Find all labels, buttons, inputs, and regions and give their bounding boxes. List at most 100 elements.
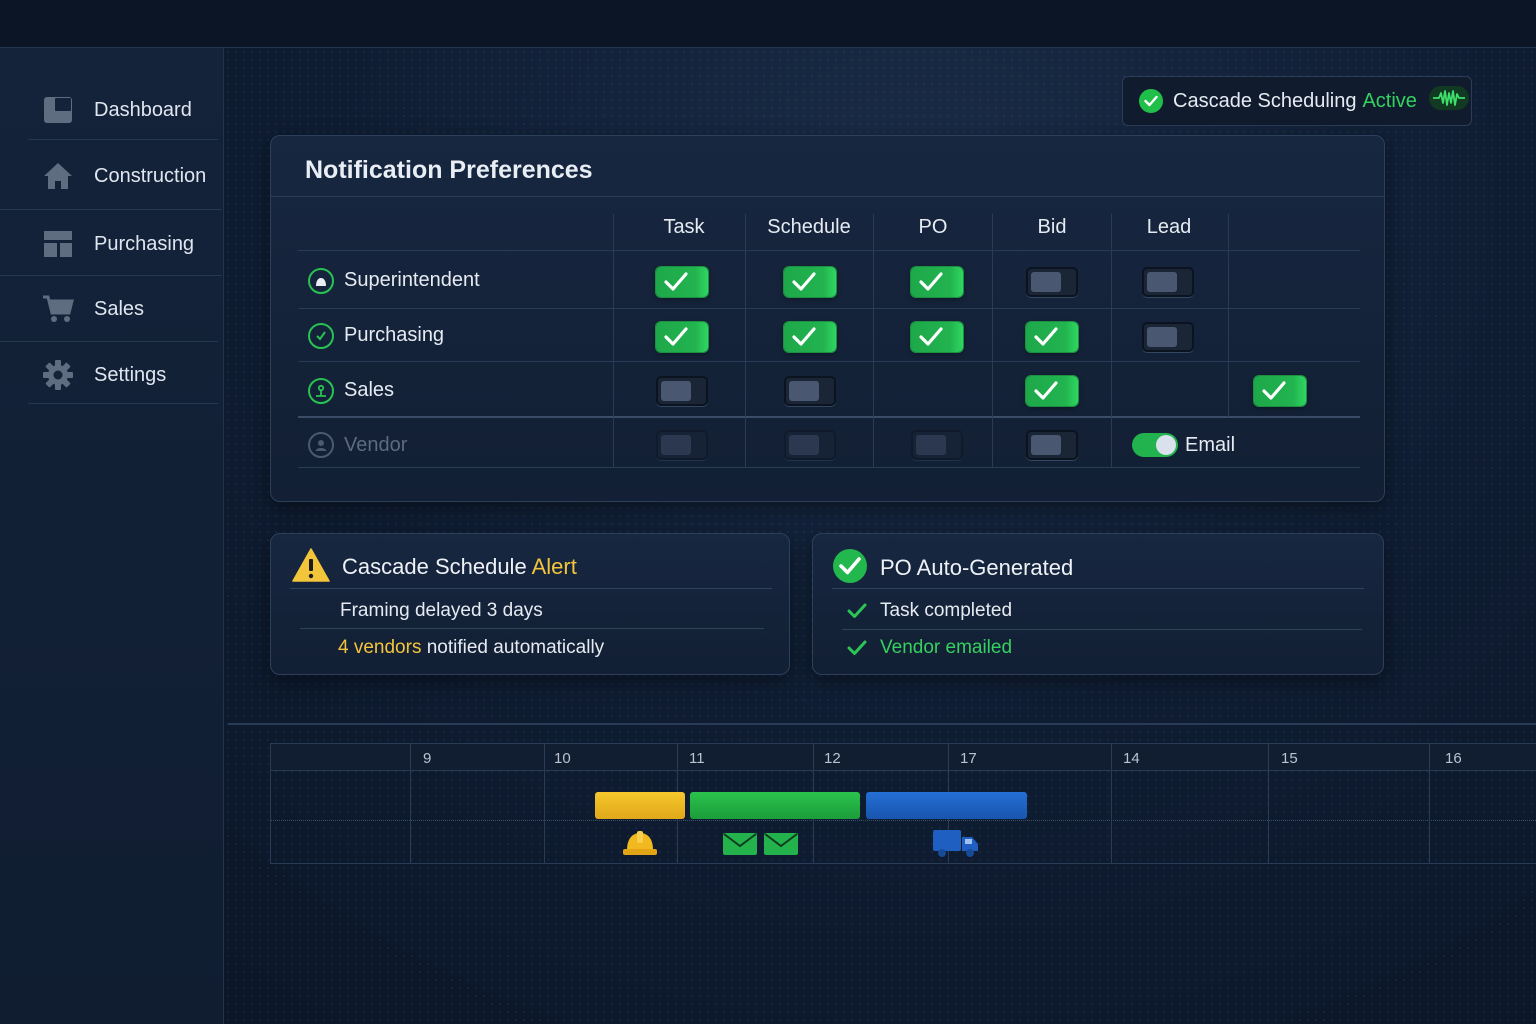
divider	[28, 403, 218, 404]
timeline-day: 9	[423, 750, 432, 767]
task-bar-delivery[interactable]	[866, 792, 1027, 819]
card-title: Notification Preferences	[305, 156, 593, 184]
row-label-superintendent: Superintendent	[344, 269, 480, 291]
toggle-vendor-bid[interactable]	[1026, 430, 1078, 460]
toggle-purchasing-lead[interactable]	[1142, 322, 1194, 352]
toggle-vendor-task[interactable]	[656, 430, 708, 460]
grid-line	[613, 214, 614, 467]
sidebar-item-purchasing[interactable]: Purchasing	[0, 226, 224, 262]
column-header-task: Task	[663, 216, 705, 238]
check-icon	[919, 327, 943, 346]
status-state: Active	[1362, 89, 1417, 112]
warning-icon	[292, 548, 330, 587]
grid-line	[992, 214, 993, 467]
grid-line	[298, 308, 1360, 309]
divider	[0, 275, 222, 276]
row-label-vendor: Vendor	[344, 434, 408, 456]
alert-line-1: Framing delayed 3 days	[340, 600, 543, 621]
toggle-superintendent-schedule[interactable]	[784, 267, 836, 297]
hard-hat-icon	[622, 828, 658, 863]
toggle-superintendent-bid[interactable]	[1026, 267, 1078, 297]
timeline-dotted-line	[270, 820, 1536, 821]
divider	[300, 628, 764, 629]
toggle-vendor-po[interactable]	[911, 430, 963, 460]
grid-line	[745, 214, 746, 467]
toggle-superintendent-po[interactable]	[911, 267, 963, 297]
timeline-day: 16	[1445, 750, 1462, 767]
divider	[0, 341, 218, 342]
task-bar-purchasing[interactable]	[690, 792, 860, 819]
sidebar: Dashboard Construction Purchasing Sales …	[0, 48, 224, 1024]
po-item-task-completed: Task completed	[880, 600, 1013, 621]
sidebar-item-label: Construction	[94, 164, 207, 187]
toggle-purchasing-schedule[interactable]	[784, 322, 836, 352]
sidebar-item-label: Settings	[94, 363, 167, 386]
grid-line	[1429, 743, 1430, 864]
grid-line	[270, 743, 271, 864]
check-circle-icon	[832, 548, 868, 589]
sidebar-item-dashboard[interactable]: Dashboard	[0, 92, 224, 128]
divider	[0, 209, 222, 210]
check-icon	[847, 603, 867, 624]
check-icon	[919, 272, 943, 291]
grid-line	[298, 416, 1360, 418]
timeline-day: 12	[824, 750, 841, 767]
user-icon	[308, 378, 334, 404]
grid-line	[1228, 214, 1229, 417]
toggle-vendor-schedule[interactable]	[784, 430, 836, 460]
grid-line	[298, 250, 1360, 251]
cascade-status-badge[interactable]: Cascade Scheduling Active	[1122, 76, 1472, 126]
check-icon	[1262, 381, 1286, 400]
toggle-sales-task[interactable]	[656, 376, 708, 406]
email-toggle[interactable]	[1132, 433, 1178, 457]
column-header-bid: Bid	[1037, 216, 1067, 238]
mail-icon	[764, 833, 798, 860]
toggle-sales-extra[interactable]	[1254, 376, 1306, 406]
home-icon	[42, 160, 74, 192]
divider	[228, 723, 1536, 725]
grid-line	[873, 214, 874, 467]
toggle-purchasing-task[interactable]	[656, 322, 708, 352]
divider	[271, 196, 1384, 197]
user-icon	[308, 432, 334, 458]
user-icon	[308, 323, 334, 349]
divider	[832, 588, 1364, 589]
truck-icon	[932, 828, 980, 865]
mail-icon	[723, 833, 757, 860]
sidebar-item-construction[interactable]: Construction	[0, 158, 224, 194]
row-label-purchasing: Purchasing	[344, 324, 445, 346]
top-bar	[0, 0, 1536, 48]
sidebar-item-label: Purchasing	[94, 232, 195, 255]
toggle-sales-bid[interactable]	[1026, 376, 1078, 406]
grid-line	[298, 361, 1360, 362]
column-header-lead: Lead	[1146, 216, 1192, 238]
po-title: PO Auto-Generated	[880, 555, 1074, 580]
column-header-schedule: Schedule	[767, 216, 851, 238]
sidebar-item-label: Dashboard	[94, 98, 192, 121]
toggle-superintendent-task[interactable]	[656, 267, 708, 297]
timeline-day: 15	[1281, 750, 1298, 767]
po-item-vendor-emailed: Vendor emailed	[880, 637, 1013, 658]
toggle-purchasing-po[interactable]	[911, 322, 963, 352]
timeline-header	[270, 743, 1536, 771]
timeline-day: 14	[1123, 750, 1140, 767]
toggle-superintendent-lead[interactable]	[1142, 267, 1194, 297]
divider	[842, 629, 1362, 630]
check-icon	[847, 640, 867, 661]
sidebar-item-sales[interactable]: Sales	[0, 291, 224, 327]
row-label-sales: Sales	[344, 379, 395, 401]
waveform-icon	[1428, 86, 1469, 116]
check-icon	[792, 272, 816, 291]
grid-line	[298, 467, 1360, 468]
task-bar-framing[interactable]	[595, 792, 685, 819]
alert-title: Cascade Schedule Alert	[342, 554, 577, 579]
timeline-day: 17	[960, 750, 977, 767]
toggle-purchasing-bid[interactable]	[1026, 322, 1078, 352]
grid-line	[1111, 743, 1112, 864]
timeline-day: 11	[689, 750, 705, 767]
grid-line	[544, 743, 545, 864]
timeline-day: 10	[554, 750, 571, 767]
user-icon	[308, 268, 334, 294]
sidebar-item-settings[interactable]: Settings	[0, 357, 224, 393]
toggle-sales-schedule[interactable]	[784, 376, 836, 406]
